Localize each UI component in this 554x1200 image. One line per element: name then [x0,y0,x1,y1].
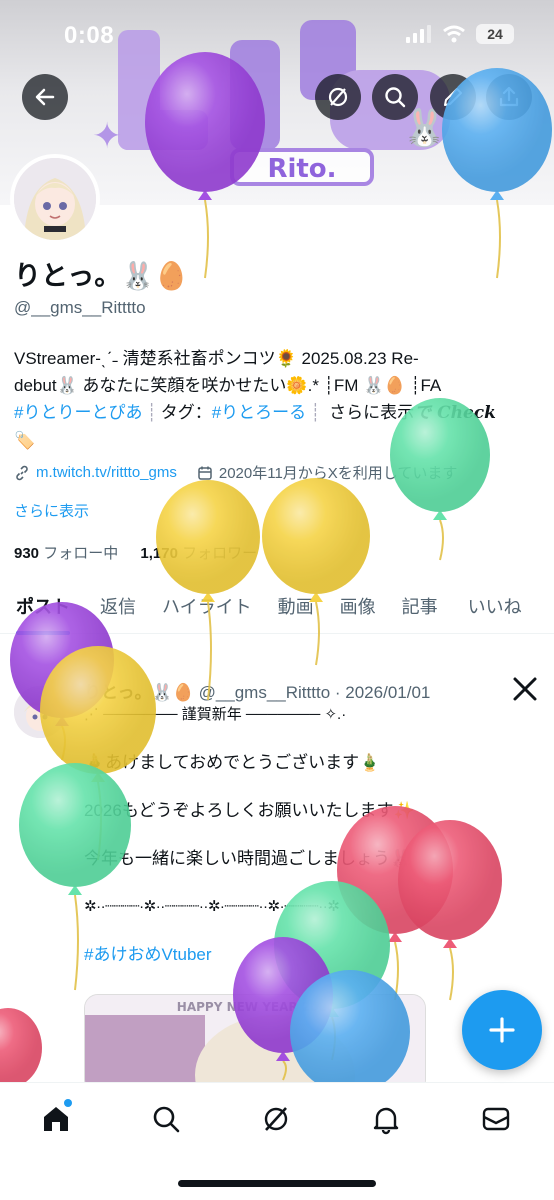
post-line-3: 今年も一緒に楽しい時間過ごしましょう🐰 [84,849,412,868]
compose-button[interactable] [462,990,542,1070]
bio-check: で Check [414,403,496,423]
balloon-5 [262,478,370,666]
bio-line-3: #りとりーとぴあ ┊ タグ：#りとろーる ┊ さらに表示で Check [14,403,496,423]
bio-line-2: debut🐰 あなたに笑顔を咲かせたい🌼.* ┊FM 🐰🥚 ┊FA [14,376,442,395]
followers-count: 1,170 [140,545,178,562]
post-deco-line: ✲··┈┈┈┈·✲··┈┈┈┈··✲·┈┈┈┈··✲·┈┈┈┈··✲ [84,898,340,915]
ticket-icon: 🏷️ [14,431,36,450]
arrow-left-icon [35,88,55,106]
nav-messages[interactable] [476,1099,516,1139]
back-button[interactable] [22,74,68,120]
nav-grok[interactable] [256,1099,296,1139]
search-icon [385,87,406,108]
website-link[interactable]: m.twitch.tv/rittto_gms [36,464,177,481]
avatar-illustration [14,158,96,240]
followers-stat[interactable]: 1,170 フォロワー [140,545,257,562]
bio-line-1: VStreamer-ˎˊ˗ 清楚系社畜ポンコツ🌻 2025.08.23 Re- [14,349,419,368]
profile-meta-row: m.twitch.tv/rittto_gms 2020年11月からXを利用してい… [14,462,457,483]
svg-text:✦: ✦ [92,116,122,157]
post-body: ⋰ ─────── 謹賀新年 ─────── ✧.· 🎍あけましておめでとうござ… [84,702,534,968]
post-header: りとっ。🐰🥚 @__gms__Ritttto · 2026/01/01 [84,678,430,703]
show-more-link[interactable]: さらに表示 [14,500,89,521]
signal-icon [406,25,431,43]
tab-articles[interactable]: 記事 [402,578,438,634]
share-icon [499,86,519,107]
x-icon [513,677,537,701]
post-line-1: 🎍あけましておめでとうございます🎍 [84,753,381,772]
bio-line-4: 🏷️ [14,427,544,454]
bio-tag-label: タグ： [160,403,212,422]
grok-icon [328,87,348,107]
pencil-icon [444,88,462,106]
post-author-handle: @__gms__Ritttto [198,683,331,702]
display-name: りとっ。🐰🥚 [14,261,189,291]
plus-icon [489,1017,515,1043]
follow-stats: 930 フォロー中 1,170 フォロワー [14,542,257,563]
joined-date: 2020年11月からXを利用しています [218,465,458,482]
nav-explore[interactable] [146,1099,186,1139]
post-image-text: HAPPY NEW YEAR 2026 [177,1000,335,1014]
post-line-2: 2026もどうぞよろしくお願いいたします✨ [84,801,415,820]
grok-icon [264,1107,288,1131]
post-avatar-illustration [14,686,66,738]
bio-hashtag-1[interactable]: #りとりーとぴあ [14,403,142,422]
post-image-illustration: HAPPY NEW YEAR 2026 [85,995,425,1093]
link-icon [16,465,28,480]
nav-home[interactable] [36,1099,76,1139]
post-date: · 2026/01/01 [334,683,431,702]
grok-button[interactable] [315,74,361,120]
tab-highlights[interactable]: ハイライト [162,578,252,634]
search-icon [153,1106,180,1133]
share-button[interactable] [486,74,532,120]
post-author-name[interactable]: りとっ。🐰🥚 [84,683,194,702]
profile-handle: @__gms__Ritttto [14,298,146,317]
post-title-line: ⋰ ─────── 謹賀新年 ─────── ✧.· [84,706,347,723]
bell-icon [373,1107,399,1135]
search-button[interactable] [372,74,418,120]
edit-button[interactable] [430,74,476,120]
profile-avatar[interactable] [10,154,100,244]
post-avatar[interactable] [14,686,66,738]
wifi-icon [443,25,465,43]
home-icon [44,1107,68,1131]
nav-notifications[interactable] [366,1099,406,1139]
bio-show-more[interactable]: さらに表示 [329,403,414,422]
calendar-icon [198,466,212,480]
profile-tabs: ポスト 返信 ハイライト 動画 画像 記事 いいね [0,578,554,635]
status-icons: 24 [406,24,514,44]
post-image[interactable]: HAPPY NEW YEAR 2026 [84,994,426,1094]
profile-bio: VStreamer-ˎˊ˗ 清楚系社畜ポンコツ🌻 2025.08.23 Re- … [14,345,544,454]
battery-icon: 24 [476,24,514,44]
tab-likes[interactable]: いいね [468,578,522,634]
following-stat[interactable]: 930 フォロー中 [14,545,118,562]
notification-dot [64,1099,72,1107]
bio-hashtag-2[interactable]: #りとろーる [212,403,306,422]
home-indicator [178,1180,376,1187]
tab-posts[interactable]: ポスト [16,578,70,635]
status-bar: 0:08 24 [0,0,554,72]
tab-videos[interactable]: 動画 [278,578,314,634]
following-count: 930 [14,545,40,562]
status-time: 0:08 [64,22,115,49]
mail-icon [482,1107,510,1131]
tab-replies[interactable]: 返信 [100,578,136,634]
tab-media[interactable]: 画像 [340,578,376,634]
following-label: フォロー中 [43,545,119,562]
post-hashtag[interactable]: #あけおめVtuber [84,942,534,968]
followers-label: フォロワー [182,545,258,562]
banner-logo-text: Rito. [267,154,336,184]
